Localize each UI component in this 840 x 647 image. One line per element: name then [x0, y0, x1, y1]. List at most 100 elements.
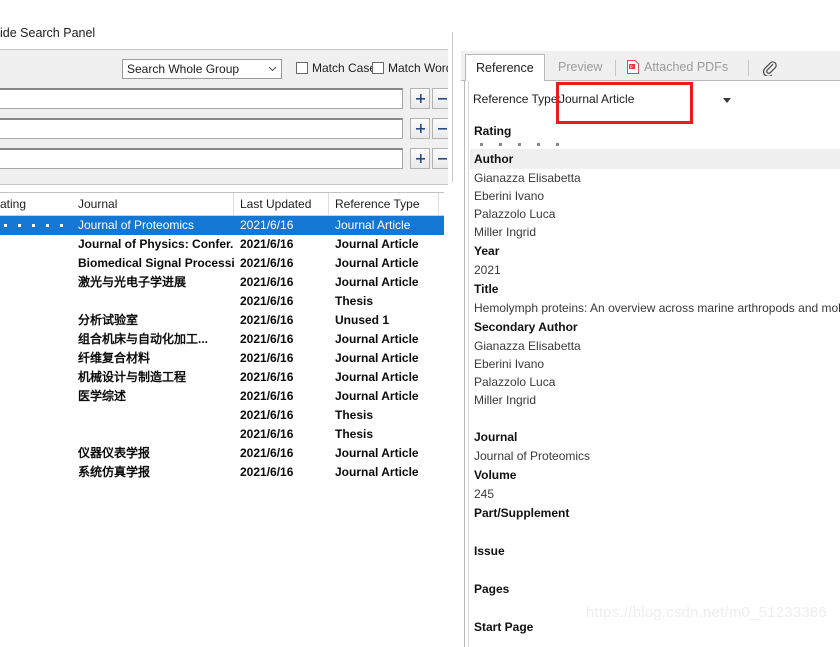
tab-reference[interactable]: Reference — [465, 54, 545, 82]
table-row[interactable]: 组合机床与自动化加工... 2021/6/16 Journal Article — [0, 330, 444, 349]
tab-attached-pdfs[interactable]: P Attached PDFs — [617, 54, 738, 81]
search-row — [0, 115, 452, 145]
cell-reference-type: Thesis — [335, 427, 374, 441]
cell-reference-type: Journal Article — [335, 275, 419, 289]
cell-rating — [0, 330, 72, 349]
search-term-input[interactable] — [0, 148, 403, 169]
field-value[interactable] — [470, 409, 840, 427]
caret-down-icon[interactable] — [721, 95, 733, 107]
field-value[interactable] — [470, 523, 840, 541]
rating-dots[interactable] — [0, 216, 72, 235]
cell-rating — [0, 444, 72, 463]
field-label: Secondary Author — [474, 320, 578, 334]
field-value[interactable] — [470, 637, 840, 647]
search-scope-value: Search Whole Group — [127, 62, 240, 76]
table-row[interactable]: 分析试验室 2021/6/16 Unused 1 — [0, 311, 444, 330]
match-words-checkbox[interactable]: Match Words — [372, 61, 458, 75]
panel-splitter[interactable] — [448, 18, 461, 629]
tab-preview[interactable]: Preview — [548, 54, 612, 81]
cell-reference-type: Journal Article — [335, 351, 419, 365]
cell-rating — [0, 387, 72, 406]
cell-journal: 纤维复合材料 — [78, 351, 151, 365]
field-value[interactable]: 2021 — [470, 261, 840, 279]
table-row[interactable]: 2021/6/16 Thesis — [0, 292, 444, 311]
search-term-input[interactable] — [0, 88, 403, 109]
cell-rating — [0, 235, 72, 254]
field-value[interactable]: Hemolymph proteins: An overview across m… — [470, 299, 840, 317]
cell-rating — [0, 463, 72, 482]
field-value[interactable]: Journal of Proteomics — [470, 447, 840, 465]
table-row[interactable]: 医学综述 2021/6/16 Journal Article — [0, 387, 444, 406]
tab-label: Reference — [476, 61, 534, 75]
star-icon — [537, 143, 540, 146]
table-column-header[interactable]: ating — [0, 193, 72, 215]
field-value[interactable]: Eberini Ivano — [470, 355, 840, 373]
tab-separator — [748, 60, 749, 76]
cell-last-updated: 2021/6/16 — [240, 275, 294, 289]
cell-last-updated: 2021/6/16 — [240, 427, 294, 441]
field-value[interactable] — [470, 561, 840, 579]
match-case-checkbox[interactable]: Match Case — [296, 61, 376, 75]
cell-rating — [0, 311, 72, 330]
cell-last-updated: 2021/6/16 — [240, 237, 294, 251]
table-column-header[interactable]: Reference Type — [329, 193, 439, 215]
reference-fields-list: Rating Author Gianazza Elisabetta Eberini I… — [470, 121, 840, 647]
field-value[interactable]: 245 — [470, 485, 840, 503]
table-column-header[interactable]: Journal — [72, 193, 234, 215]
table-row[interactable]: Journal of Proteomics 2021/6/16 Journal Ar… — [0, 216, 444, 235]
cell-reference-type: Journal Article — [335, 370, 419, 384]
add-search-row-button[interactable] — [410, 148, 430, 169]
cell-reference-type: Journal Article — [335, 218, 411, 232]
cell-journal: 组合机床与自动化加工... — [78, 332, 209, 346]
chevron-down-icon — [268, 64, 277, 73]
table-row[interactable]: 仪器仪表学报 2021/6/16 Journal Article — [0, 444, 444, 463]
field-value[interactable]: Miller Ingrid — [470, 223, 840, 241]
field-value[interactable]: Miller Ingrid — [470, 391, 840, 409]
checkbox-box — [372, 62, 384, 74]
tab-attachments[interactable] — [754, 57, 785, 79]
cell-reference-type: Thesis — [335, 294, 374, 308]
table-row[interactable]: Journal of Physics: Confer... 2021/6/16 Jo… — [0, 235, 444, 254]
star-icon — [480, 143, 483, 146]
hide-search-panel-label[interactable]: ide Search Panel — [0, 26, 95, 40]
table-row[interactable]: 2021/6/16 Thesis — [0, 406, 444, 425]
cell-last-updated: 2021/6/16 — [240, 218, 294, 232]
table-column-header[interactable]: Last Updated — [234, 193, 329, 215]
table-row[interactable]: 纤维复合材料 2021/6/16 Journal Article — [0, 349, 444, 368]
star-icon — [40, 216, 54, 235]
field-value[interactable]: Gianazza Elisabetta — [470, 337, 840, 355]
cell-reference-type: Journal Article — [335, 389, 419, 403]
cell-last-updated: 2021/6/16 — [240, 389, 294, 403]
table-row[interactable]: Biomedical Signal Processi... 2021/6/16 Jo… — [0, 254, 444, 273]
star-icon — [0, 216, 12, 235]
cell-rating — [0, 273, 72, 292]
search-panel: Search Whole Group Match Case Match Word… — [0, 49, 458, 185]
search-term-input[interactable] — [0, 118, 403, 139]
cell-last-updated: 2021/6/16 — [240, 408, 294, 422]
field-value[interactable]: Eberini Ivano — [470, 187, 840, 205]
field-value[interactable]: Gianazza Elisabetta — [470, 169, 840, 187]
cell-last-updated: 2021/6/16 — [240, 332, 294, 346]
app-root: ide Search Panel Search Whole Group Matc… — [0, 0, 840, 647]
rating-control[interactable] — [470, 141, 840, 149]
table-row[interactable]: 机械设计与制造工程 2021/6/16 Journal Article — [0, 368, 444, 387]
cell-reference-type: Journal Article — [335, 237, 419, 251]
table-row[interactable]: 2021/6/16 Thesis — [0, 425, 444, 444]
table-row[interactable]: 系统仿真学报 2021/6/16 Journal Article — [0, 463, 444, 482]
cell-reference-type: Journal Article — [335, 332, 419, 346]
field-label: Year — [474, 244, 500, 258]
star-icon — [26, 216, 40, 235]
field-value[interactable]: Palazzolo Luca — [470, 205, 840, 223]
search-scope-dropdown[interactable]: Search Whole Group — [122, 59, 282, 79]
cell-journal: 医学综述 — [78, 389, 127, 403]
add-search-row-button[interactable] — [410, 118, 430, 139]
add-search-row-button[interactable] — [410, 88, 430, 109]
tab-separator — [615, 60, 616, 76]
cell-reference-type: Thesis — [335, 408, 374, 422]
reference-type-value[interactable]: Journal Article — [559, 92, 634, 106]
cell-journal: 分析试验室 — [78, 313, 139, 327]
field-value[interactable] — [470, 599, 840, 617]
table-row[interactable]: 激光与光电子学进展 2021/6/16 Journal Article — [0, 273, 444, 292]
cell-journal — [72, 406, 234, 425]
field-value[interactable]: Palazzolo Luca — [470, 373, 840, 391]
